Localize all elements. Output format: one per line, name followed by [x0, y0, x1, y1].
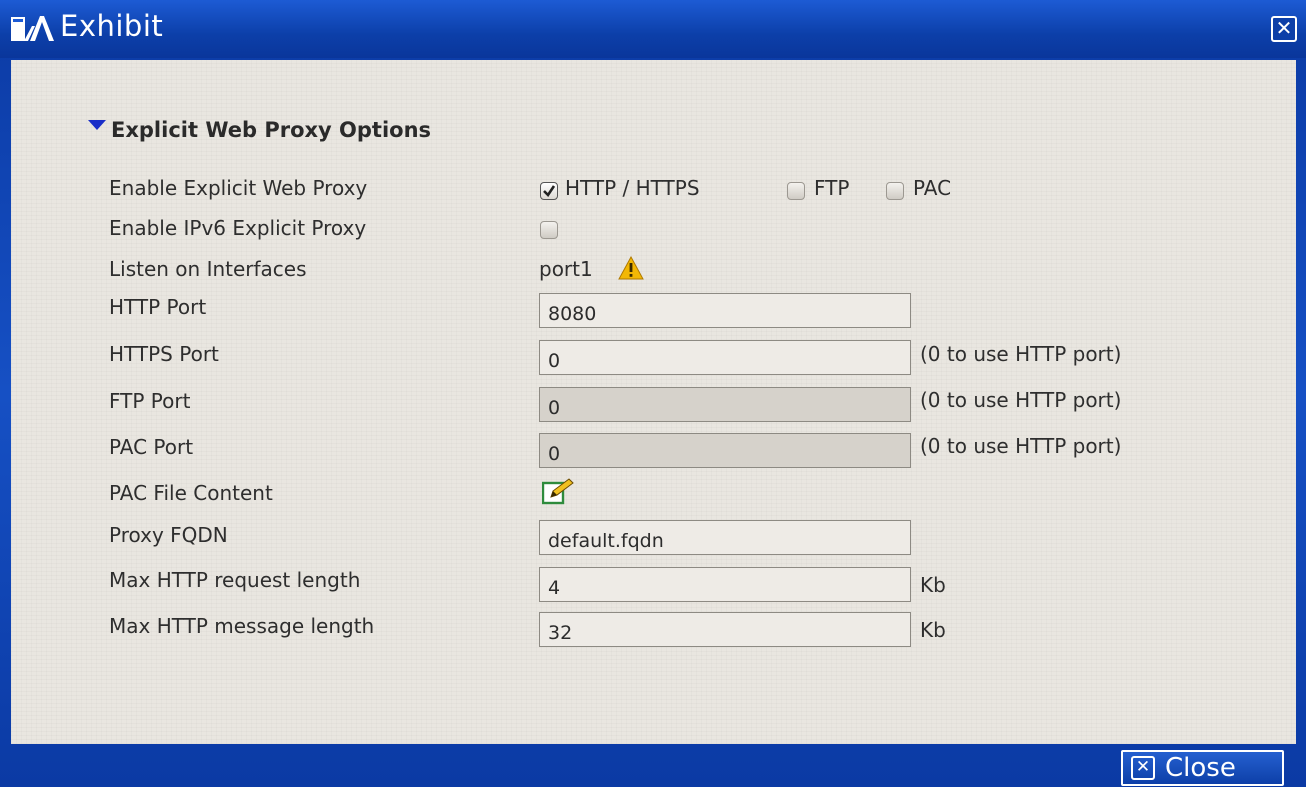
ftp-label: FTP	[814, 176, 850, 200]
exhibit-window: Exhibit ✕ Explicit Web Proxy Options Ena…	[0, 0, 1306, 787]
enable-explicit-web-proxy-label: Enable Explicit Web Proxy	[109, 176, 368, 200]
proxy-fqdn-label: Proxy FQDN	[109, 523, 228, 547]
exhibit-icon	[11, 16, 54, 41]
max-http-message-length-input[interactable]	[539, 612, 911, 647]
pac-port-input[interactable]	[539, 433, 911, 468]
http-port-label: HTTP Port	[109, 295, 207, 319]
close-button-label: Close	[1165, 753, 1236, 783]
pac-checkbox[interactable]	[886, 182, 904, 200]
window-title: Exhibit	[60, 9, 164, 43]
https-port-hint: (0 to use HTTP port)	[920, 342, 1122, 366]
close-icon: ✕	[1131, 756, 1155, 780]
warning-icon[interactable]	[618, 256, 644, 280]
close-button[interactable]: ✕ Close	[1121, 750, 1284, 786]
pac-label: PAC	[913, 176, 952, 200]
interface-value: port1	[539, 257, 593, 281]
listen-on-interfaces-label: Listen on Interfaces	[109, 257, 307, 281]
section-header[interactable]: Explicit Web Proxy Options	[88, 116, 431, 144]
pac-port-hint: (0 to use HTTP port)	[920, 434, 1122, 458]
max-http-request-length-label: Max HTTP request length	[109, 568, 361, 592]
close-icon: ✕	[1275, 16, 1293, 40]
settings-panel: Explicit Web Proxy Options Enable Explic…	[11, 60, 1296, 744]
request-length-unit: Kb	[920, 573, 946, 597]
http-https-label: HTTP / HTTPS	[565, 176, 700, 200]
checkmark-icon	[543, 185, 556, 198]
http-https-checkbox[interactable]	[540, 182, 558, 200]
proxy-fqdn-input[interactable]	[539, 520, 911, 555]
max-http-request-length-input[interactable]	[539, 567, 911, 602]
ftp-port-hint: (0 to use HTTP port)	[920, 388, 1122, 412]
pac-port-label: PAC Port	[109, 435, 194, 459]
title-bar: Exhibit ✕	[0, 0, 1306, 58]
https-port-label: HTTPS Port	[109, 342, 219, 366]
enable-ipv6-explicit-proxy-label: Enable IPv6 Explicit Proxy	[109, 216, 367, 240]
http-port-input[interactable]	[539, 293, 911, 328]
title-close-button[interactable]: ✕	[1271, 16, 1297, 42]
message-length-unit: Kb	[920, 618, 946, 642]
ipv6-checkbox[interactable]	[540, 221, 558, 239]
https-port-input[interactable]	[539, 340, 911, 375]
section-title: Explicit Web Proxy Options	[111, 118, 432, 142]
ftp-port-label: FTP Port	[109, 389, 191, 413]
ftp-checkbox[interactable]	[787, 182, 805, 200]
ftp-port-input[interactable]	[539, 387, 911, 422]
edit-icon[interactable]	[542, 477, 576, 505]
pac-file-content-label: PAC File Content	[109, 481, 273, 505]
collapse-triangle-icon[interactable]	[88, 120, 106, 130]
max-http-message-length-label: Max HTTP message length	[109, 614, 375, 638]
